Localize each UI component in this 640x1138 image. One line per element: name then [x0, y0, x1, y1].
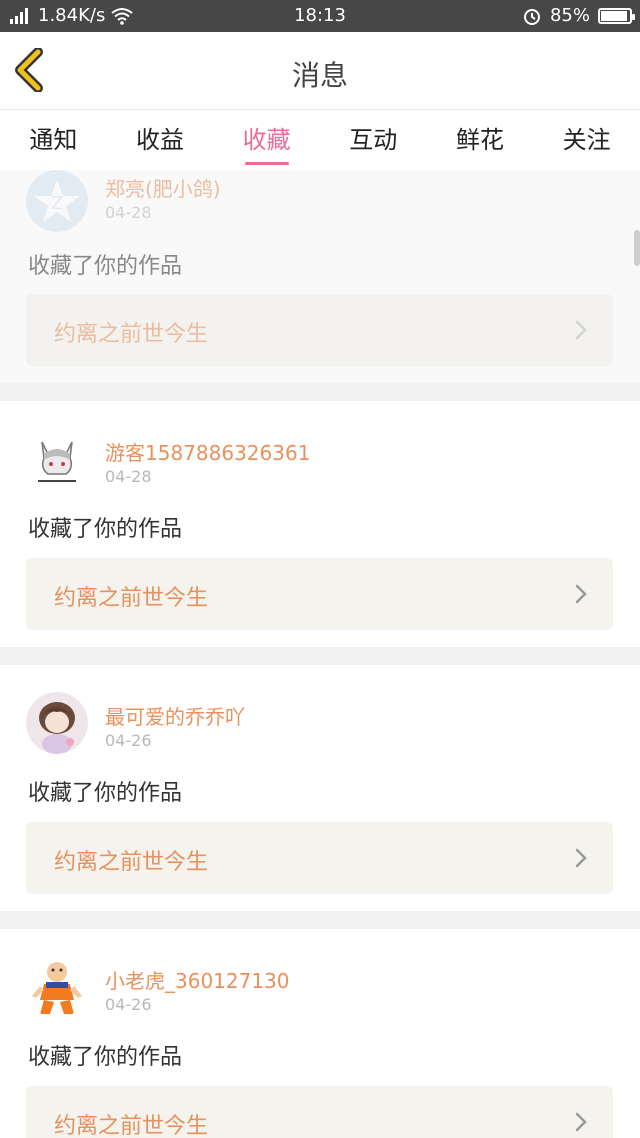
message-date: 04-28 — [105, 467, 152, 486]
tab-follows[interactable]: 关注 — [559, 120, 615, 155]
battery-icon — [598, 7, 635, 24]
avatar[interactable] — [26, 428, 88, 490]
work-title: 约离之前世今生 — [54, 322, 209, 347]
action-text: 收藏了你的作品 — [28, 254, 183, 279]
chevron-right-icon — [575, 848, 587, 868]
svg-text:Z: Z — [51, 193, 63, 214]
username[interactable]: 最可爱的乔乔吖 — [105, 701, 245, 730]
work-link[interactable]: 约离之前世今生 — [26, 822, 613, 894]
chevron-right-icon — [575, 584, 587, 604]
alarm-icon — [523, 8, 540, 25]
action-text: 收藏了你的作品 — [28, 517, 183, 542]
list-item: 最可爱的乔乔吖 04-26 收藏了你的作品 约离之前世今生 — [0, 665, 640, 911]
tab-favorites[interactable]: 收藏 — [239, 120, 295, 155]
cat-avatar-icon — [26, 428, 88, 490]
chevron-right-icon — [575, 1112, 587, 1132]
tab-earnings[interactable]: 收益 — [132, 120, 188, 155]
tab-bar: 通知 收益 收藏 互动 鲜花 关注 — [0, 110, 640, 170]
message-feed[interactable]: Z 郑亮(肥小鸽) 04-28 收藏了你的作品 约离之前世今生 游客158788… — [0, 170, 640, 1138]
username[interactable]: 游客1587886326361 — [105, 437, 310, 466]
work-title: 约离之前世今生 — [54, 1114, 209, 1138]
avatar[interactable]: Z — [26, 170, 88, 232]
username[interactable]: 小老虎_360127130 — [105, 965, 290, 994]
avatar[interactable] — [26, 692, 88, 754]
tab-flowers[interactable]: 鲜花 — [452, 120, 508, 155]
message-date: 04-26 — [105, 995, 152, 1014]
tab-notifications[interactable]: 通知 — [25, 120, 81, 155]
message-date: 04-26 — [105, 731, 152, 750]
action-text: 收藏了你的作品 — [28, 781, 183, 806]
monk-avatar-icon — [26, 956, 88, 1018]
girl-avatar-icon — [26, 692, 88, 754]
work-link[interactable]: 约离之前世今生 — [26, 1086, 613, 1138]
work-link[interactable]: 约离之前世今生 — [26, 558, 613, 630]
action-text: 收藏了你的作品 — [28, 1045, 183, 1070]
list-item: Z 郑亮(肥小鸽) 04-28 收藏了你的作品 约离之前世今生 — [0, 170, 640, 383]
page-title: 消息 — [291, 59, 348, 92]
app-header: 消息 — [0, 32, 640, 110]
message-date: 04-28 — [105, 203, 152, 222]
chevron-right-icon — [575, 320, 587, 340]
tab-interactions[interactable]: 互动 — [345, 120, 401, 155]
default-avatar-icon: Z — [26, 170, 88, 232]
avatar[interactable] — [26, 956, 88, 1018]
work-title: 约离之前世今生 — [54, 850, 209, 875]
list-item: 游客1587886326361 04-28 收藏了你的作品 约离之前世今生 — [0, 401, 640, 647]
status-bar: 1.84K/s 18:13 85% — [0, 0, 640, 32]
username[interactable]: 郑亮(肥小鸽) — [105, 173, 221, 202]
scrollbar[interactable] — [634, 230, 640, 266]
status-right: 85% — [522, 5, 635, 26]
work-title: 约离之前世今生 — [54, 586, 209, 611]
work-link[interactable]: 约离之前世今生 — [26, 294, 613, 366]
list-item: 小老虎_360127130 04-26 收藏了你的作品 约离之前世今生 — [0, 929, 640, 1138]
battery-percent: 85% — [549, 5, 590, 26]
